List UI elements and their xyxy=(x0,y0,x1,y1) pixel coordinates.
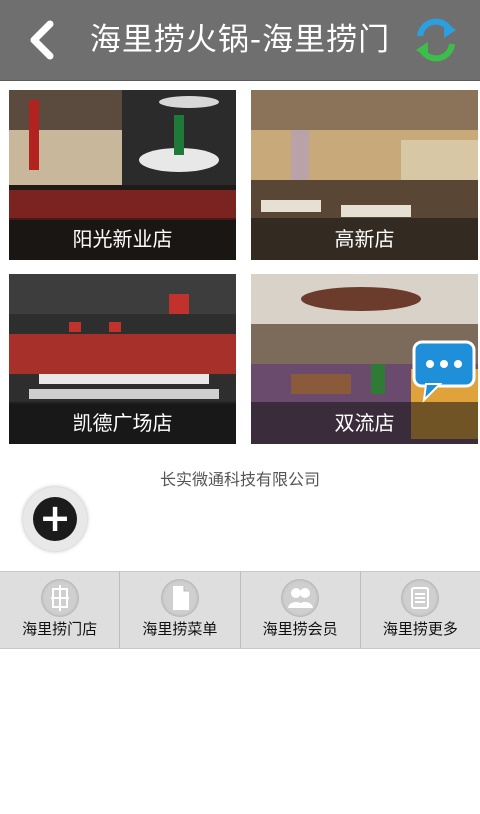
store-icon xyxy=(40,579,79,617)
tab-label: 海里捞菜单 xyxy=(142,620,218,638)
menu-doc-icon xyxy=(160,579,199,617)
back-icon[interactable] xyxy=(22,18,62,62)
bottom-tabbar: 海里捞门店 海里捞菜单 海里捞会员 海里捞更多 xyxy=(0,571,480,649)
store-card-1[interactable]: 阳光新业店 xyxy=(9,90,236,260)
tab-more[interactable]: 海里捞更多 xyxy=(361,572,480,648)
tab-label: 海里捞门店 xyxy=(22,620,98,638)
app-header: 海里捞火锅-海里捞门 xyxy=(0,0,480,81)
tab-menu[interactable]: 海里捞菜单 xyxy=(120,572,241,648)
chat-bubble-icon[interactable] xyxy=(412,340,480,404)
tab-label: 海里捞更多 xyxy=(382,620,458,638)
store-card-3[interactable]: 凯德广场店 xyxy=(9,274,236,444)
refresh-icon[interactable] xyxy=(412,16,460,64)
store-card-2[interactable]: 高新店 xyxy=(251,90,478,260)
store-name: 双流店 xyxy=(251,402,478,444)
add-button[interactable]: + xyxy=(23,487,87,551)
tab-label: 海里捞会员 xyxy=(262,620,338,638)
company-name: 长实微通科技有限公司 xyxy=(159,470,320,489)
store-name: 阳光新业店 xyxy=(9,218,236,260)
plus-icon: + xyxy=(33,497,77,541)
tab-stores[interactable]: 海里捞门店 xyxy=(0,572,121,648)
page-title: 海里捞火锅-海里捞门 xyxy=(89,22,391,58)
store-name: 凯德广场店 xyxy=(9,402,236,444)
members-icon xyxy=(281,579,320,617)
store-grid: 阳光新业店 高新店 凯德广场店 双流店 xyxy=(0,80,480,460)
store-name: 高新店 xyxy=(251,218,478,260)
tab-members[interactable]: 海里捞会员 xyxy=(241,572,361,648)
more-icon xyxy=(401,579,440,617)
